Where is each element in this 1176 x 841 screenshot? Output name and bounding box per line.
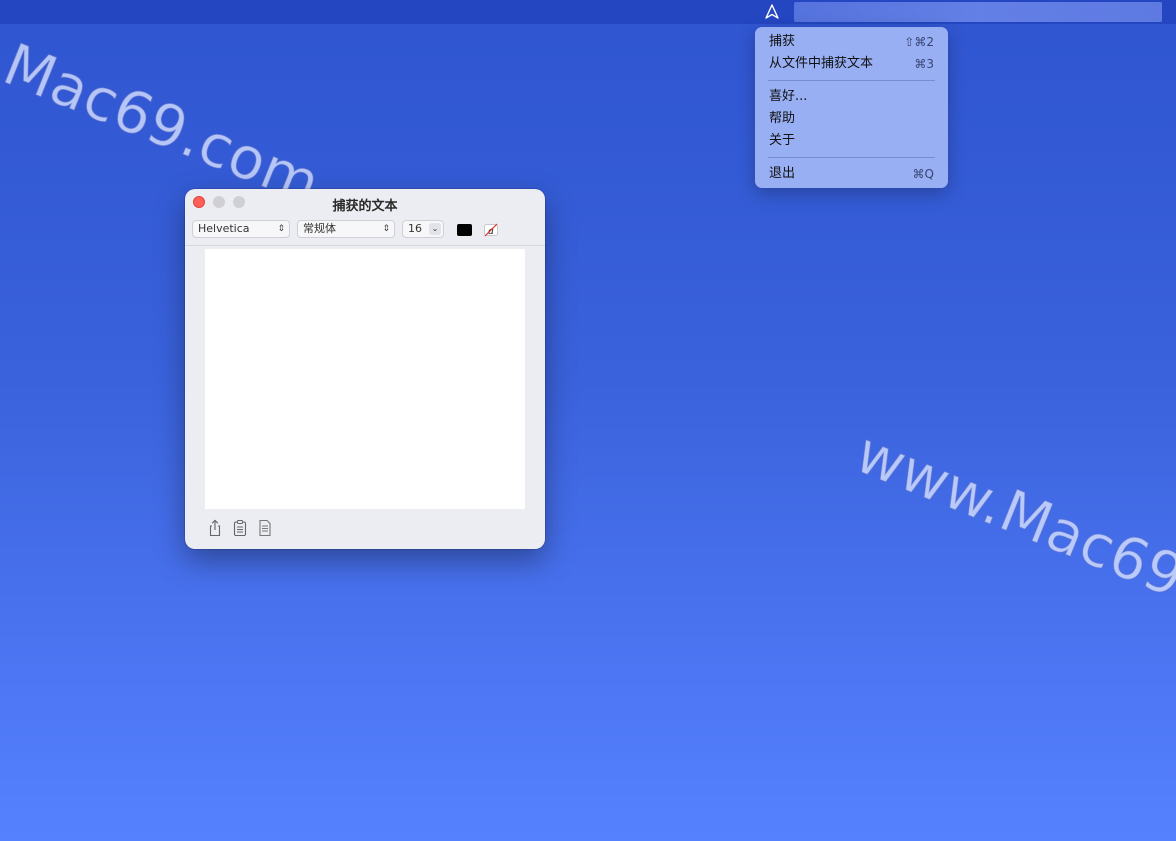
menu-item-shortcut: ⇧⌘2 [904, 35, 934, 49]
menu-item-label: 从文件中捕获文本 [769, 56, 874, 71]
app-menu: 捕获 ⇧⌘2 从文件中捕获文本 ⌘3 喜好... 帮助 关于 退出 ⌘Q [755, 27, 948, 188]
window-titlebar[interactable]: 捕获的文本 [185, 189, 545, 217]
menu-bar-status-items [794, 2, 1162, 22]
background-color-none-icon[interactable]: a [483, 222, 499, 238]
menu-item-label: 退出 [769, 166, 796, 181]
document-icon[interactable] [257, 519, 273, 537]
font-style-value: 常规体 [303, 222, 336, 235]
menu-item-quit[interactable]: 退出 ⌘Q [755, 163, 948, 185]
updown-arrows-icon: ⇕ [277, 224, 285, 234]
triangle-outline-icon[interactable] [762, 3, 782, 21]
menu-item-shortcut: ⌘Q [912, 167, 934, 181]
menu-bar [0, 0, 1176, 24]
captured-text-area[interactable] [205, 249, 525, 509]
clipboard-icon[interactable] [232, 519, 248, 537]
menu-separator [768, 157, 935, 158]
updown-arrows-icon: ⇕ [382, 224, 390, 234]
menu-item-preferences[interactable]: 喜好... [755, 86, 948, 108]
menu-item-about[interactable]: 关于 [755, 130, 948, 152]
text-color-swatch[interactable] [457, 224, 472, 236]
menu-item-label: 喜好... [769, 89, 808, 104]
font-family-value: Helvetica [198, 222, 250, 235]
captured-text-window: 捕获的文本 Helvetica ⇕ 常规体 ⇕ 16 ⌄ a [185, 189, 545, 549]
chevron-down-icon[interactable]: ⌄ [429, 223, 441, 235]
menu-separator [768, 80, 935, 81]
menu-item-label: 帮助 [769, 111, 796, 126]
menu-item-shortcut: ⌘3 [914, 57, 934, 71]
font-size-combo[interactable]: 16 ⌄ [402, 220, 444, 238]
menu-item-capture[interactable]: 捕获 ⇧⌘2 [755, 31, 948, 53]
watermark-right: www.Mac69 [846, 417, 1176, 611]
window-title: 捕获的文本 [332, 199, 398, 214]
format-toolbar: Helvetica ⇕ 常规体 ⇕ 16 ⌄ a [185, 217, 545, 246]
menu-item-label: 关于 [769, 133, 796, 148]
menu-item-capture-from-file[interactable]: 从文件中捕获文本 ⌘3 [755, 53, 948, 75]
menu-item-label: 捕获 [769, 34, 796, 49]
share-icon[interactable] [207, 519, 223, 537]
font-style-popup[interactable]: 常规体 ⇕ [297, 220, 395, 238]
font-family-popup[interactable]: Helvetica ⇕ [192, 220, 290, 238]
menu-item-help[interactable]: 帮助 [755, 108, 948, 130]
font-size-value: 16 [408, 222, 422, 235]
